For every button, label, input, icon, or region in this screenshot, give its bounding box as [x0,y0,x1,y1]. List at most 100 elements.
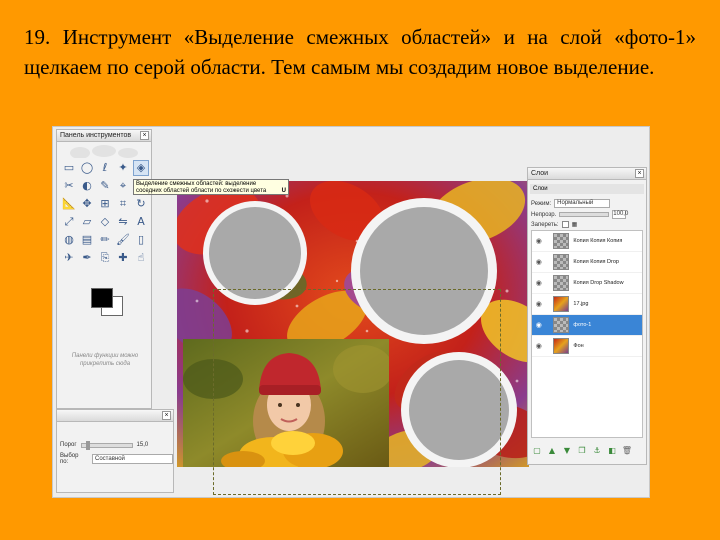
selection-marquee [213,289,501,495]
scissors-icon[interactable]: ✂ [61,178,77,194]
foreground-color-front[interactable] [91,288,113,308]
eye-icon[interactable]: ◉ [532,300,546,308]
opacity-slider[interactable] [559,212,610,217]
delete-layer-icon[interactable]: 🗑 [621,445,633,457]
foreground-select-icon[interactable]: ◐ [79,178,95,194]
raise-layer-icon[interactable]: ▲ [546,445,558,457]
brush-icon[interactable]: 🖌 [115,232,131,248]
layers-title: Слои [531,170,549,177]
threshold-slider[interactable] [80,440,133,450]
layer-row[interactable]: ◉ фото-1 [532,315,642,336]
gimp-screenshot: Панель инструментов × ▭◯ℓ✦◈✂◐✎⌖⚲📐✥⊞⌗↻⤢▱◇… [52,126,650,498]
align-icon[interactable]: ⊞ [97,196,113,212]
paths-icon[interactable]: ✎ [97,178,113,194]
layer-row[interactable]: ◉ Копия Копия Копия [532,231,642,252]
eye-icon[interactable]: ◉ [532,258,546,266]
close-icon[interactable]: × [140,131,149,140]
eye-icon[interactable]: ◉ [532,237,546,245]
lock-label: Запереть: [531,221,559,228]
perspective-icon[interactable]: ◇ [97,214,113,230]
layers-tab-label: Слои [533,186,548,192]
close-icon[interactable]: × [635,169,644,178]
layer-name: Копия Drop Shadow [573,280,624,286]
color-select-icon[interactable]: ◈ [133,160,149,176]
opacity-label: Непрозр. [531,211,557,218]
tool-grid: ▭◯ℓ✦◈✂◐✎⌖⚲📐✥⊞⌗↻⤢▱◇⇋A◍▤✏🖌▯✈✒⎘✚☝ [61,160,149,266]
tool-options-panel: × Порог 15,0 Выбор по: Составной [56,409,174,493]
opacity-field[interactable]: 100,0 [612,210,629,219]
layer-row[interactable]: ◉ Фон [532,336,642,357]
threshold-value[interactable]: 15,0 [137,442,149,448]
blend-icon[interactable]: ▤ [79,232,95,248]
layer-name: Копия Копия Копия [573,238,623,244]
lock-row: Запереть: ▦ [531,221,577,228]
toolbox-title: Панель инструментов [60,132,132,139]
move-icon[interactable]: ✥ [79,196,95,212]
tool-options-titlebar[interactable]: × [57,410,173,422]
tool-tooltip: Выделение смежных областей: выделение со… [133,179,289,195]
eye-icon[interactable]: ◉ [532,342,546,350]
scale-icon[interactable]: ⤢ [61,214,77,230]
heal-icon[interactable]: ✚ [115,250,131,266]
mode-dropdown[interactable]: Нормальный [554,199,611,208]
lasso-icon[interactable]: ℓ [97,160,113,176]
smudge-icon[interactable]: ☝ [133,250,149,266]
toolbox-titlebar[interactable]: Панель инструментов × [57,130,151,142]
layer-list: ◉ Копия Копия Копия ◉ Копия Копия Drop ◉ Копи… [531,230,643,438]
clone-icon[interactable]: ⎘ [97,250,113,266]
measure-icon[interactable]: 📐 [61,196,77,212]
color-picker-icon[interactable]: ⌖ [115,178,131,194]
flip-icon[interactable]: ⇋ [115,214,131,230]
bucket-icon[interactable]: ◍ [61,232,77,248]
text-icon[interactable]: A [133,214,149,230]
layer-name: фото-1 [573,322,592,328]
threshold-row: Порог 15,0 [60,440,149,450]
mode-value: Нормальный [557,200,594,206]
opacity-value: 100,0 [613,211,629,217]
layer-name: Копия Копия Drop [573,259,619,265]
tooltip-line-1: Выделение смежных областей: выделение [136,181,257,187]
crop-icon[interactable]: ⌗ [115,196,131,212]
duplicate-layer-icon[interactable]: ❐ [576,445,588,457]
new-layer-icon[interactable]: ▢ [531,445,543,457]
lock-pixels-checkbox[interactable] [561,221,569,228]
anchor-layer-icon[interactable]: ⚓ [591,445,603,457]
select-by-dropdown[interactable]: Составной [92,454,173,464]
opacity-row: Непрозр. 100,0 [531,210,629,219]
layer-thumbnail [552,317,570,333]
mask-layer-icon[interactable]: ◧ [606,445,618,457]
layer-thumbnail [552,254,570,270]
select-by-row: Выбор по: Составной [60,453,173,465]
instruction-caption: 19. Инструмент «Выделение смежных област… [24,25,696,79]
layer-name: Фон [573,343,584,349]
layer-row[interactable]: ◉ Копия Drop Shadow [532,273,642,294]
rotate-icon[interactable]: ↻ [133,196,149,212]
layers-titlebar[interactable]: Слои × [528,168,646,180]
layer-row[interactable]: ◉ Копия Копия Drop [532,252,642,273]
toolbox-dock-hint: Панели функции можно прикрепить сюда [71,353,139,367]
pencil-icon[interactable]: ✏ [97,232,113,248]
toolbox-panel: Панель инструментов × ▭◯ℓ✦◈✂◐✎⌖⚲📐✥⊞⌗↻⤢▱◇… [56,129,152,409]
wilber-logo [70,145,138,158]
layer-name: 17.jpg [573,301,589,307]
layers-panel: Слои × Слои Режим: Нормальный Непрозр. 1… [527,167,647,465]
tooltip-line-2: соседних областей области по схожести цв… [136,188,267,194]
select-by-label: Выбор по: [60,453,79,465]
airbrush-icon[interactable]: ✈ [61,250,77,266]
lower-layer-icon[interactable]: ▼ [561,445,573,457]
ink-icon[interactable]: ✒ [79,250,95,266]
fuzzy-select-icon[interactable]: ✦ [115,160,131,176]
layer-row[interactable]: ◉ 17.jpg [532,294,642,315]
rect-select-icon[interactable]: ▭ [61,160,77,176]
eye-icon[interactable]: ◉ [532,279,546,287]
layers-tab[interactable]: Слои [530,184,644,194]
tooltip-shortcut: U [281,188,286,194]
shear-icon[interactable]: ▱ [79,214,95,230]
close-icon[interactable]: × [162,411,171,420]
gray-area-left [209,207,301,299]
eye-icon[interactable]: ◉ [532,321,546,329]
mode-label: Режим: [531,200,552,207]
eraser-icon[interactable]: ▯ [133,232,149,248]
layer-thumbnail [552,233,570,249]
ellipse-select-icon[interactable]: ◯ [79,160,95,176]
